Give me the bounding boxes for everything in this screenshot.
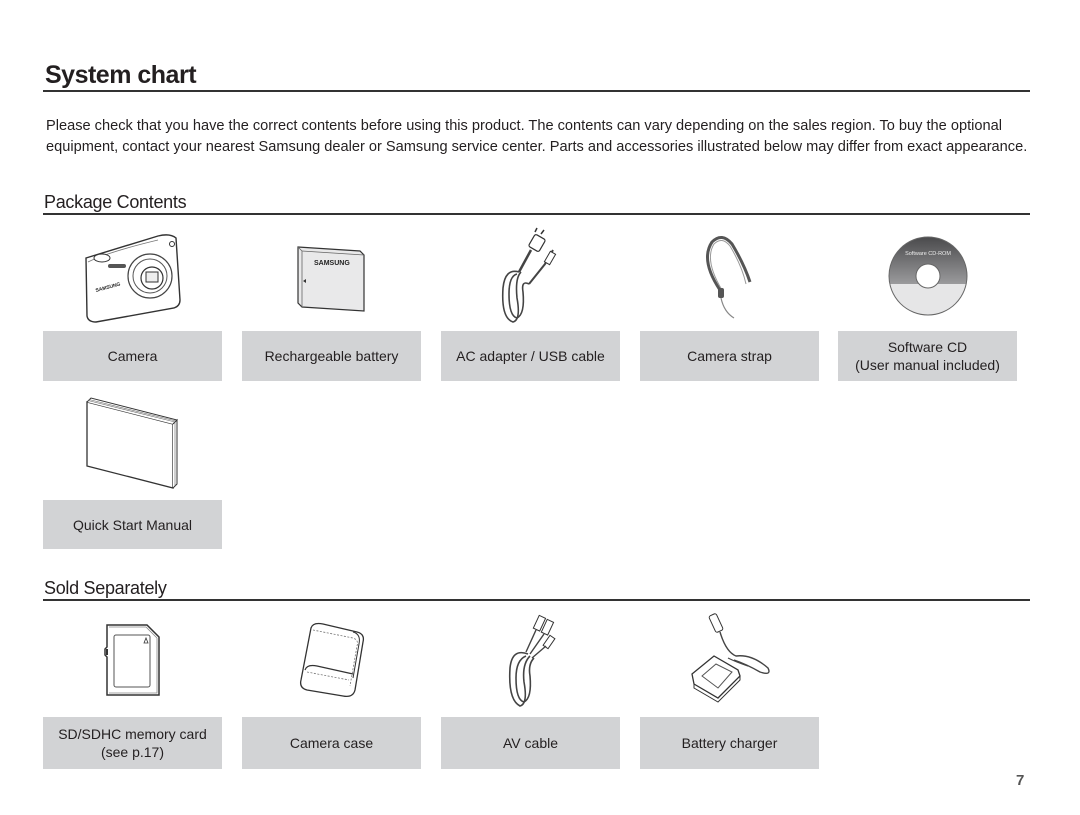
package-contents-heading: Package Contents: [44, 192, 187, 212]
intro-paragraph: Please check that you have the correct c…: [46, 118, 1028, 155]
package-contents-divider: [43, 213, 1030, 215]
memory-card-icon: [104, 624, 160, 696]
memory-card-label-line2: (see p.17): [100, 744, 165, 760]
ac-adapter-usb-cable-icon: [501, 227, 557, 323]
software-cd-label-line1: Software CD: [887, 339, 968, 355]
cd-disc-text: Software CD-ROM: [905, 251, 951, 257]
av-cable-label: AV cable: [441, 717, 620, 769]
camera-strap-label: Camera strap: [640, 331, 819, 381]
memory-card-label-line1: SD/SDHC memory card: [58, 726, 207, 742]
memory-card-label: SD/SDHC memory card (see p.17): [43, 717, 222, 769]
av-cable-icon: [508, 614, 556, 707]
page-number: 7: [1016, 772, 1025, 789]
software-cd-label: Software CD (User manual included): [838, 331, 1017, 381]
software-cd-icon: Software CD-ROM: [888, 236, 968, 316]
quick-start-manual-label: Quick Start Manual: [43, 500, 222, 549]
battery-charger-icon: [691, 613, 770, 703]
camera-label: Camera: [43, 331, 222, 381]
sold-separately-divider: [43, 599, 1030, 601]
camera-case-icon: [299, 622, 365, 698]
battery-label: Rechargeable battery: [242, 331, 421, 381]
sold-separately-heading: Sold Separately: [44, 578, 167, 598]
software-cd-label-line2: (User manual included): [855, 357, 1000, 373]
camera-case-label: Camera case: [242, 717, 421, 769]
title-divider: [43, 90, 1030, 92]
battery-brand-text: SAMSUNG: [314, 260, 350, 267]
page-title: System chart: [45, 61, 197, 89]
camera-strap-icon: [706, 236, 752, 319]
battery-icon: SAMSUNG: [297, 246, 365, 312]
quick-start-manual-icon: [86, 397, 178, 489]
ac-adapter-label: AC adapter / USB cable: [441, 331, 620, 381]
battery-charger-label: Battery charger: [640, 717, 819, 769]
camera-icon: SAMSUNG: [85, 234, 181, 323]
